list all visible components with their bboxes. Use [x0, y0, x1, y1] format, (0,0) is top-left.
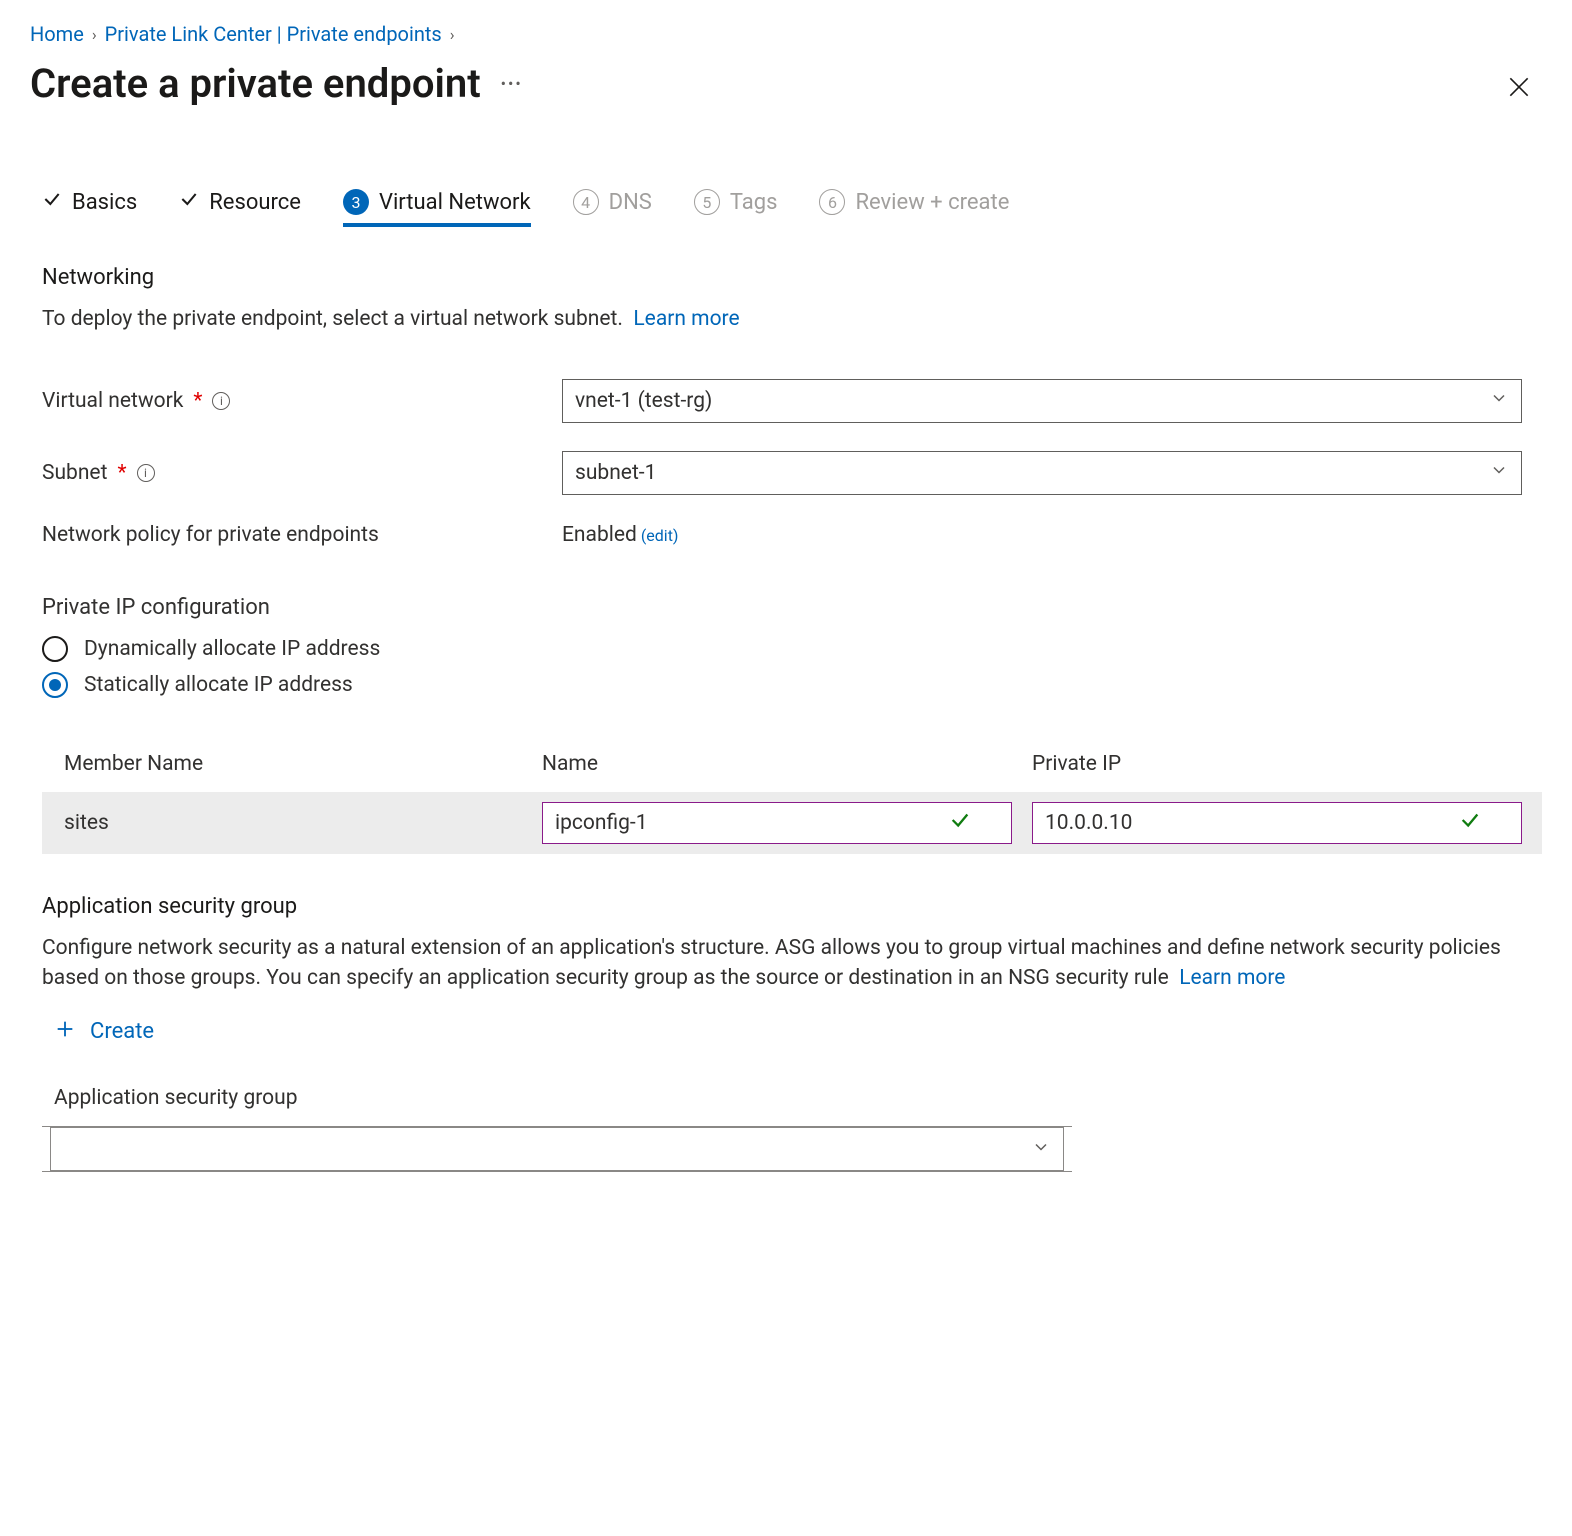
virtual-network-select[interactable]: vnet-1 (test-rg) [562, 379, 1522, 423]
step-badge-5: 5 [694, 189, 720, 215]
networking-learn-more-link[interactable]: Learn more [633, 307, 739, 331]
radio-static-label: Statically allocate IP address [84, 673, 353, 697]
tab-basics[interactable]: Basics [42, 189, 137, 227]
info-icon[interactable]: i [137, 464, 155, 482]
more-actions-button[interactable]: ••• [501, 74, 523, 93]
ipconfig-name-value: ipconfig-1 [555, 811, 648, 835]
ip-config-table: Member Name Name Private IP sites ipconf… [42, 752, 1542, 854]
chevron-right-icon: › [92, 25, 97, 44]
breadcrumb-plc[interactable]: Private Link Center | Private endpoints [105, 22, 442, 46]
private-ip-input[interactable]: 10.0.0.10 [1032, 802, 1522, 844]
asg-learn-more-link[interactable]: Learn more [1179, 966, 1285, 990]
tab-basics-label: Basics [72, 190, 137, 215]
step-badge-3: 3 [343, 189, 369, 215]
chevron-down-icon [1489, 388, 1509, 414]
network-policy-value: Enabled [562, 523, 637, 547]
step-badge-6: 6 [819, 189, 845, 215]
chevron-down-icon [1489, 460, 1509, 486]
check-icon [1459, 809, 1481, 837]
col-private-ip: Private IP [1032, 752, 1542, 776]
plus-icon [54, 1018, 76, 1046]
radio-off-icon [42, 636, 68, 662]
tab-virtual-network[interactable]: 3 Virtual Network [343, 189, 531, 227]
networking-heading: Networking [42, 265, 1530, 290]
private-ip-heading: Private IP configuration [42, 595, 1530, 620]
radio-dynamic-label: Dynamically allocate IP address [84, 637, 380, 661]
tab-review-create[interactable]: 6 Review + create [819, 189, 1009, 227]
info-icon[interactable]: i [212, 392, 230, 410]
asg-heading: Application security group [42, 894, 1530, 919]
asg-select[interactable] [50, 1127, 1064, 1171]
virtual-network-value: vnet-1 (test-rg) [575, 389, 712, 413]
create-asg-label: Create [90, 1019, 154, 1044]
asg-field-label: Application security group [42, 1086, 1530, 1110]
create-asg-button[interactable]: Create [42, 1018, 154, 1046]
page-title: Create a private endpoint [30, 60, 481, 107]
ipconfig-name-input[interactable]: ipconfig-1 [542, 802, 1012, 844]
step-badge-4: 4 [573, 189, 599, 215]
breadcrumb: Home › Private Link Center | Private end… [30, 22, 1542, 46]
tab-resource-label: Resource [209, 190, 301, 215]
network-policy-edit-link[interactable]: (edit) [641, 526, 679, 545]
check-icon [179, 189, 199, 215]
check-icon [42, 189, 62, 215]
chevron-right-icon: › [450, 25, 455, 44]
private-ip-value: 10.0.0.10 [1045, 811, 1132, 835]
check-icon [949, 809, 971, 837]
network-policy-label: Network policy for private endpoints [42, 523, 562, 547]
radio-static-ip[interactable]: Statically allocate IP address [42, 672, 1530, 698]
asg-desc: Configure network security as a natural … [42, 933, 1530, 994]
wizard-tabs: Basics Resource 3 Virtual Network 4 DNS … [30, 189, 1542, 227]
networking-desc: To deploy the private endpoint, select a… [42, 304, 1530, 335]
col-name: Name [542, 752, 1032, 776]
subnet-label: Subnet* i [42, 461, 562, 485]
member-name-value: sites [42, 811, 542, 835]
ip-config-row: sites ipconfig-1 10.0.0.10 [42, 792, 1542, 854]
tab-virtual-network-label: Virtual Network [379, 190, 531, 215]
tab-dns-label: DNS [609, 190, 652, 215]
col-member-name: Member Name [42, 752, 542, 776]
tab-dns[interactable]: 4 DNS [573, 189, 652, 227]
radio-on-icon [42, 672, 68, 698]
chevron-down-icon [1031, 1137, 1051, 1161]
radio-dynamic-ip[interactable]: Dynamically allocate IP address [42, 636, 1530, 662]
tab-review-create-label: Review + create [855, 190, 1009, 215]
tab-tags[interactable]: 5 Tags [694, 189, 778, 227]
subnet-select[interactable]: subnet-1 [562, 451, 1522, 495]
close-button[interactable] [1506, 74, 1532, 104]
tab-tags-label: Tags [730, 190, 778, 215]
tab-resource[interactable]: Resource [179, 189, 301, 227]
asg-select-wrapper [42, 1126, 1072, 1172]
virtual-network-label: Virtual network* i [42, 389, 562, 413]
subnet-value: subnet-1 [575, 461, 656, 485]
breadcrumb-home[interactable]: Home [30, 22, 84, 46]
